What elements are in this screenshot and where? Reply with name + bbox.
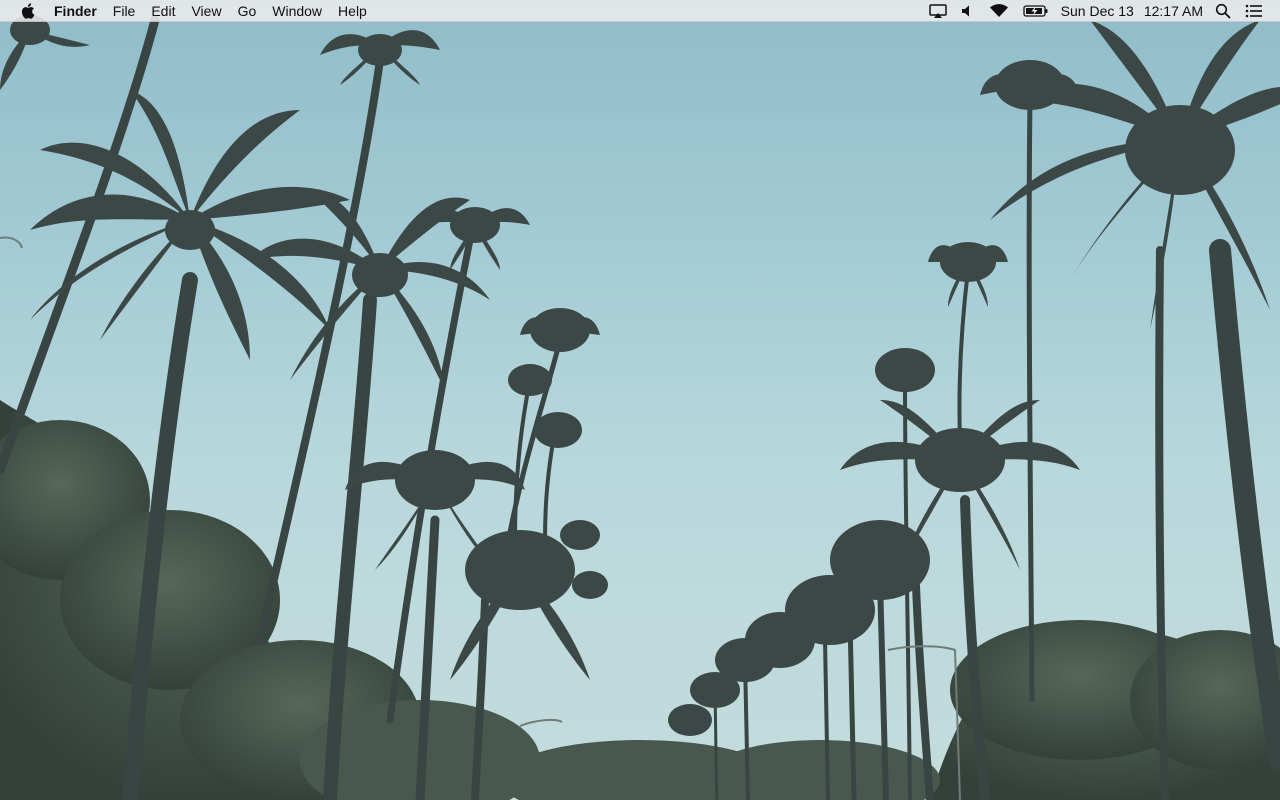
desktop[interactable]: Finder File Edit View Go Window Help Sun… — [0, 0, 1280, 800]
menu-bar-status-area: Sun Dec 13 12:17 AM — [922, 0, 1280, 22]
menu-file[interactable]: File — [105, 0, 144, 22]
palm-trees-wallpaper — [0, 15, 1280, 800]
airplay-icon[interactable] — [922, 0, 954, 22]
spotlight-search-icon[interactable] — [1208, 0, 1238, 22]
menu-bar-left: Finder File Edit View Go Window Help — [0, 0, 375, 22]
clock-date[interactable]: Sun Dec 13 — [1056, 0, 1139, 22]
menu-go[interactable]: Go — [230, 0, 265, 22]
hedge-center — [300, 700, 940, 800]
battery-charging-icon[interactable] — [1016, 0, 1056, 22]
menu-window[interactable]: Window — [264, 0, 330, 22]
menu-view[interactable]: View — [183, 0, 229, 22]
volume-icon[interactable] — [954, 0, 982, 22]
menu-edit[interactable]: Edit — [143, 0, 183, 22]
app-menu-finder[interactable]: Finder — [46, 0, 105, 22]
notification-center-icon[interactable] — [1238, 0, 1270, 22]
menu-help[interactable]: Help — [330, 0, 375, 22]
apple-menu-icon[interactable] — [10, 0, 46, 22]
menu-bar: Finder File Edit View Go Window Help Sun… — [0, 0, 1280, 22]
wifi-icon[interactable] — [982, 0, 1016, 22]
clock-time[interactable]: 12:17 AM — [1139, 0, 1208, 22]
